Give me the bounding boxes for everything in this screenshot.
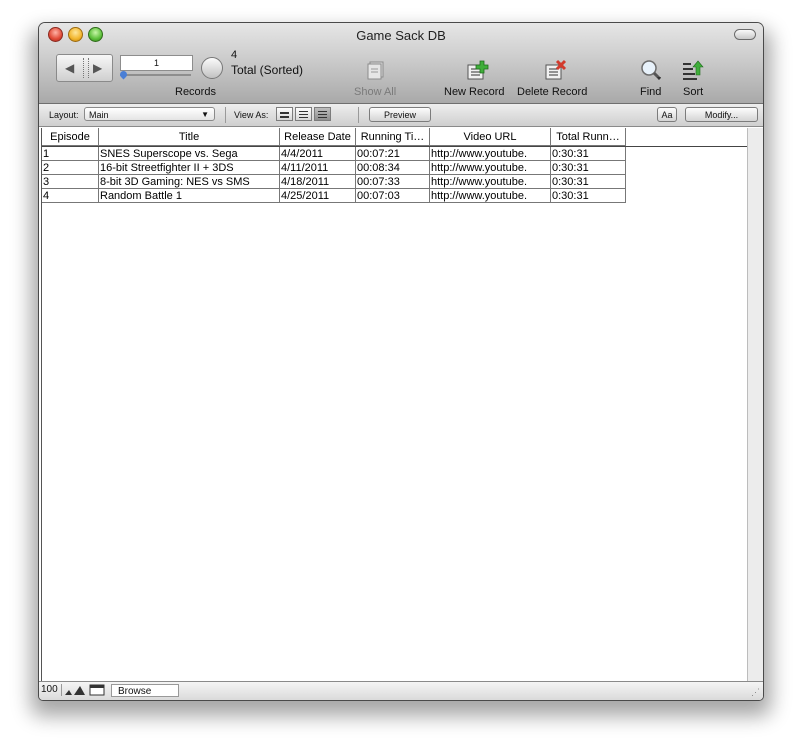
table-cell[interactable]: 4/25/2011 xyxy=(280,189,356,203)
table-cell[interactable]: 00:07:03 xyxy=(356,189,430,203)
table-cell[interactable]: 4/4/2011 xyxy=(280,147,356,161)
table-row[interactable]: 2 16-bit Streetfighter II + 3DS 4/11/2011 0… xyxy=(42,161,626,175)
column-header[interactable]: Total Runn… xyxy=(551,128,626,146)
view-as-form-button[interactable] xyxy=(276,107,293,121)
window-title: Game Sack DB xyxy=(356,28,446,43)
previous-record-icon[interactable]: ◀ xyxy=(65,61,74,75)
column-header[interactable]: Video URL xyxy=(430,128,551,146)
table-cell[interactable]: Random Battle 1 xyxy=(99,189,280,203)
zoom-level[interactable]: 100 xyxy=(41,684,62,696)
current-record-field[interactable]: 1 xyxy=(120,55,193,71)
delete-record-icon[interactable] xyxy=(543,59,567,81)
table-cell[interactable]: 2 xyxy=(42,161,99,175)
layout-select[interactable]: Main ▼ xyxy=(84,107,215,121)
table-cell[interactable]: http://www.youtube. xyxy=(430,161,551,175)
table-cell[interactable]: 00:07:33 xyxy=(356,175,430,189)
view-as-table-button[interactable] xyxy=(314,107,331,121)
mode-popup[interactable]: Browse xyxy=(111,684,179,697)
divider xyxy=(225,107,226,123)
sort-label[interactable]: Sort xyxy=(683,86,703,98)
table-cell[interactable]: 4 xyxy=(42,189,99,203)
column-header[interactable]: Title xyxy=(99,128,280,146)
records-label: Records xyxy=(175,86,216,98)
table-cell[interactable]: http://www.youtube. xyxy=(430,147,551,161)
table-cell[interactable]: 16-bit Streetfighter II + 3DS xyxy=(99,161,280,175)
column-header[interactable]: Release Date xyxy=(280,128,356,146)
book-spine-icon xyxy=(83,58,89,78)
layout-bar: Layout: Main ▼ View As: Preview Aa Modif… xyxy=(39,104,763,127)
zoom-mountains-icon[interactable] xyxy=(64,684,86,696)
show-all-icon[interactable] xyxy=(365,59,389,81)
table-cell[interactable]: 0:30:31 xyxy=(551,147,626,161)
view-as-list-button[interactable] xyxy=(295,107,312,121)
status-bar: 100 Browse ⋰ xyxy=(39,681,763,700)
view-as-label: View As: xyxy=(234,110,269,120)
record-count: 4 xyxy=(231,49,238,61)
delete-record-label[interactable]: Delete Record xyxy=(517,86,587,98)
table-row[interactable]: 1 SNES Superscope vs. Sega 4/4/2011 00:07:2… xyxy=(42,147,626,161)
layout-label: Layout: xyxy=(49,110,79,120)
record-slider-track[interactable] xyxy=(120,74,191,76)
find-magnifier-icon[interactable] xyxy=(639,59,663,81)
table-cell[interactable]: 4/11/2011 xyxy=(280,161,356,175)
table-view: Episode Title Release Date Running Ti… Video… xyxy=(41,128,748,681)
table-cell[interactable]: 3 xyxy=(42,175,99,189)
layout-select-value: Main xyxy=(89,110,109,120)
record-navigator-book[interactable]: ◀ ▶ xyxy=(56,54,113,82)
app-window: Game Sack DB ◀ ▶ 1 4 Total (Sorted) Reco… xyxy=(39,23,763,700)
table-row[interactable]: 3 8-bit 3D Gaming: NES vs SMS 4/18/2011 00:… xyxy=(42,175,626,189)
table-cell[interactable]: 00:08:34 xyxy=(356,161,430,175)
new-record-icon[interactable] xyxy=(465,59,489,81)
divider xyxy=(358,107,359,123)
table-cell[interactable]: 0:30:31 xyxy=(551,161,626,175)
table-cell[interactable]: 0:30:31 xyxy=(551,189,626,203)
table-cell[interactable]: http://www.youtube. xyxy=(430,175,551,189)
table-cell[interactable]: http://www.youtube. xyxy=(430,189,551,203)
table-cell[interactable]: 0:30:31 xyxy=(551,175,626,189)
table-row[interactable]: 4 Random Battle 1 4/25/2011 00:07:03 http://… xyxy=(42,189,626,203)
table-cell[interactable]: 00:07:21 xyxy=(356,147,430,161)
text-formatting-button[interactable]: Aa xyxy=(657,107,677,122)
status-toolbar-toggle-icon[interactable] xyxy=(89,684,105,696)
table-cell[interactable]: 1 xyxy=(42,147,99,161)
right-margin xyxy=(747,128,763,681)
find-label[interactable]: Find xyxy=(640,86,661,98)
column-header[interactable]: Episode xyxy=(42,128,99,146)
new-record-label[interactable]: New Record xyxy=(444,86,505,98)
resize-grip-icon[interactable]: ⋰ xyxy=(751,687,760,698)
preview-button[interactable]: Preview xyxy=(369,107,431,122)
toolbar: Game Sack DB ◀ ▶ 1 4 Total (Sorted) Reco… xyxy=(39,23,763,104)
show-all-label[interactable]: Show All xyxy=(354,86,396,98)
record-total-status: Total (Sorted) xyxy=(231,63,304,77)
next-record-icon[interactable]: ▶ xyxy=(93,61,102,75)
table-cell[interactable]: 4/18/2011 xyxy=(280,175,356,189)
column-header[interactable]: Running Ti… xyxy=(356,128,430,146)
table-cell[interactable]: 8-bit 3D Gaming: NES vs SMS xyxy=(99,175,280,189)
record-pie-indicator xyxy=(201,57,223,79)
dropdown-caret-icon: ▼ xyxy=(201,110,209,119)
record-slider-thumb[interactable] xyxy=(118,69,129,80)
toolbar-toggle-button[interactable] xyxy=(734,29,756,40)
sort-icon[interactable] xyxy=(680,59,704,81)
table-cell[interactable]: SNES Superscope vs. Sega xyxy=(99,147,280,161)
modify-button[interactable]: Modify... xyxy=(685,107,758,122)
